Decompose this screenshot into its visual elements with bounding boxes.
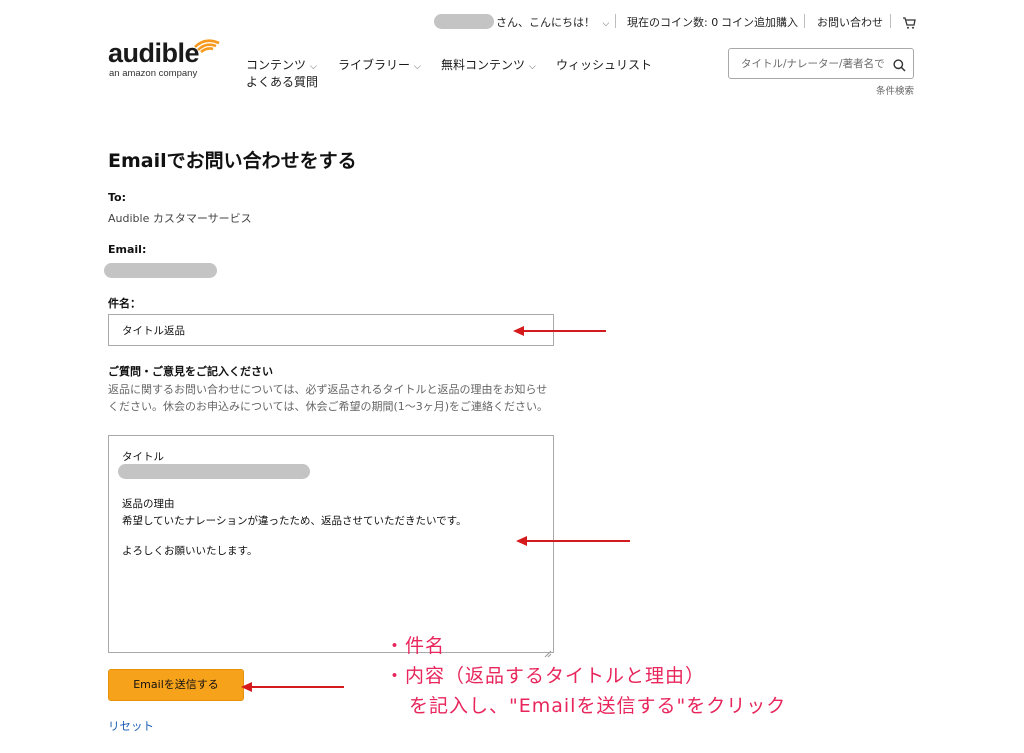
reset-link[interactable]: リセット xyxy=(108,718,154,734)
nav-item-wishlist[interactable]: ウィッシュリスト xyxy=(556,56,652,73)
add-coins-link[interactable]: コイン追加購入 xyxy=(721,14,798,30)
annotation-arrow-head xyxy=(241,682,252,692)
to-label: To: xyxy=(108,191,126,204)
to-value: Audible カスタマーサービス xyxy=(108,212,252,225)
annotation-arrow-line xyxy=(250,686,344,688)
search-input[interactable] xyxy=(741,55,887,72)
search-icon[interactable] xyxy=(893,57,906,72)
logo-wordmark[interactable]: audible xyxy=(108,38,200,69)
redacted-email xyxy=(104,263,217,278)
chevron-down-icon: ⌵ xyxy=(310,62,317,72)
message-line-reason-label: 返品の理由 xyxy=(122,498,175,510)
message-label: ご質問・ご意見をご記入ください xyxy=(108,365,273,378)
redacted-title xyxy=(118,464,310,479)
nav-item-label: ライブラリー xyxy=(338,58,411,72)
chevron-down-icon: ⌵ xyxy=(602,19,610,29)
redacted-username xyxy=(434,14,494,29)
annotation-arrow-head xyxy=(516,536,527,546)
nav-item-label: 無料コンテンツ xyxy=(441,58,526,72)
subject-field[interactable]: タイトル返品 xyxy=(108,314,554,346)
subject-value: タイトル返品 xyxy=(122,325,185,337)
divider xyxy=(615,14,616,28)
search-box xyxy=(728,48,914,79)
resize-grip-icon[interactable] xyxy=(544,643,552,658)
divider xyxy=(804,14,805,28)
message-line-reason: 希望していたナレーションが違ったため、返品させていただきたいです。 xyxy=(122,515,467,527)
nav-item-label: コンテンツ xyxy=(246,58,307,72)
subject-label: 件名： xyxy=(108,297,141,310)
advanced-search-link[interactable]: 条件検索 xyxy=(876,83,914,97)
nav-item-library[interactable]: ライブラリー ⌵ xyxy=(338,56,421,73)
annotation-note-line-2: ・内容（返品するタイトルと理由） xyxy=(385,665,706,687)
annotation-arrow-line xyxy=(525,540,630,542)
annotation-arrow-line xyxy=(522,330,606,332)
divider xyxy=(890,14,891,28)
message-line-closing: よろしくお願いいたします。 xyxy=(122,545,258,557)
audible-wifi-logo-icon xyxy=(193,33,221,54)
message-help-text: 返品に関するお問い合わせについては、必ず返品されるタイトルと返品の理由をお知らせ… xyxy=(108,383,549,413)
nav-item-faq[interactable]: よくある質問 xyxy=(246,73,318,90)
send-email-button[interactable]: Emailを送信する xyxy=(108,669,244,701)
annotation-arrow-head xyxy=(513,326,524,336)
page-title: Emailでお問い合わせをする xyxy=(108,150,357,172)
chevron-down-icon: ⌵ xyxy=(414,62,421,72)
email-label: Email: xyxy=(108,243,147,256)
message-line-title: タイトル xyxy=(122,451,164,463)
coin-balance: 現在のコイン数: 0 xyxy=(627,16,719,29)
nav-item-contents[interactable]: コンテンツ ⌵ xyxy=(246,56,317,73)
greeting-text: さん、こんにちは！ xyxy=(496,16,595,29)
cart-icon[interactable] xyxy=(902,15,916,29)
annotation-note-line-1: ・件名 xyxy=(385,635,446,657)
annotation-note-line-3: を記入し、"Emailを送信する"をクリック xyxy=(409,695,787,717)
chevron-down-icon: ⌵ xyxy=(529,62,536,72)
account-greeting-menu[interactable]: さん、こんにちは！ ⌵ xyxy=(496,14,609,30)
contact-link[interactable]: お問い合わせ xyxy=(817,14,883,30)
logo-subtitle: an amazon company xyxy=(109,68,198,79)
nav-item-free-contents[interactable]: 無料コンテンツ ⌵ xyxy=(441,56,536,73)
